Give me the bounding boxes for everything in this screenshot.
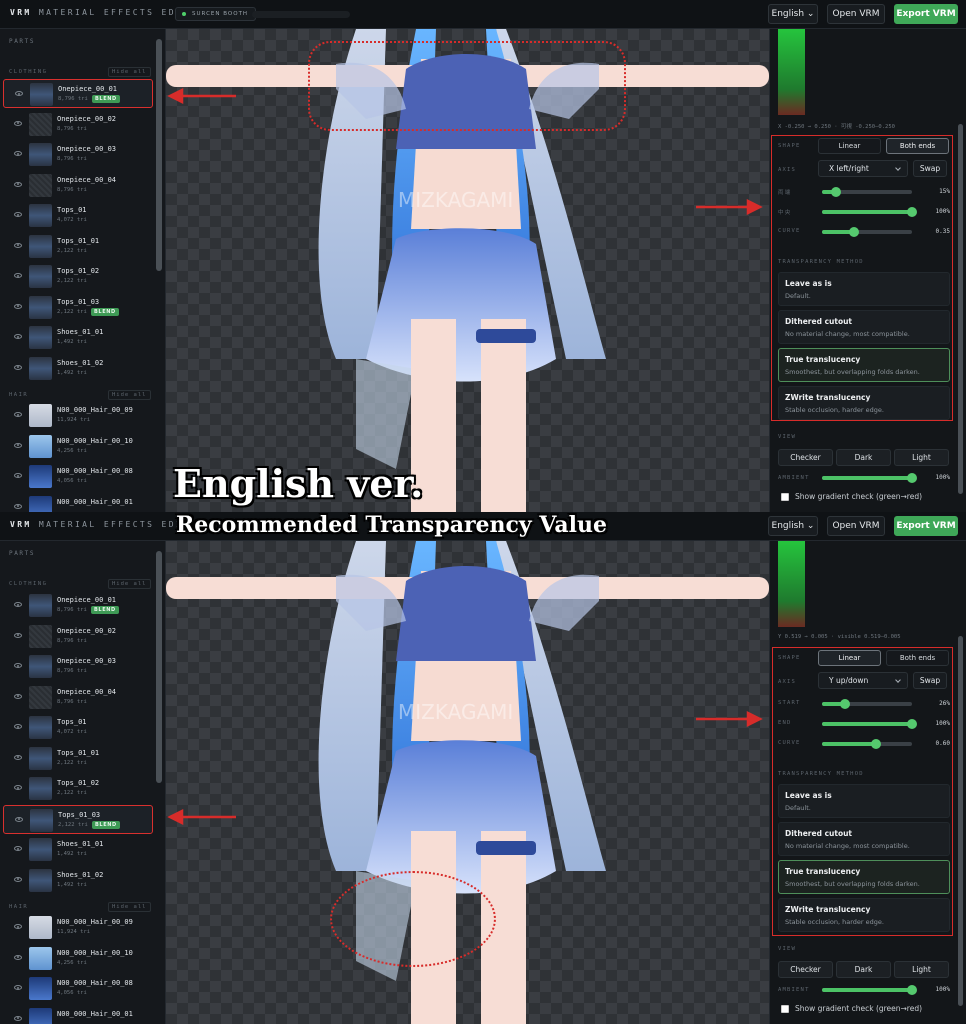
annotation-title: English ver. xyxy=(173,461,424,506)
annotation-arrows xyxy=(167,87,763,216)
screenshot-top: VRM MATERIAL EFFECTS EDITOR SURCEN BOOTH… xyxy=(0,0,966,512)
annotation-arrows xyxy=(167,710,763,826)
screenshot-bottom: VRM MATERIAL EFFECTS EDITOR English ⌄ Op… xyxy=(0,512,966,1024)
annotation-subtitle: Recommended Transparency Value xyxy=(176,512,608,538)
